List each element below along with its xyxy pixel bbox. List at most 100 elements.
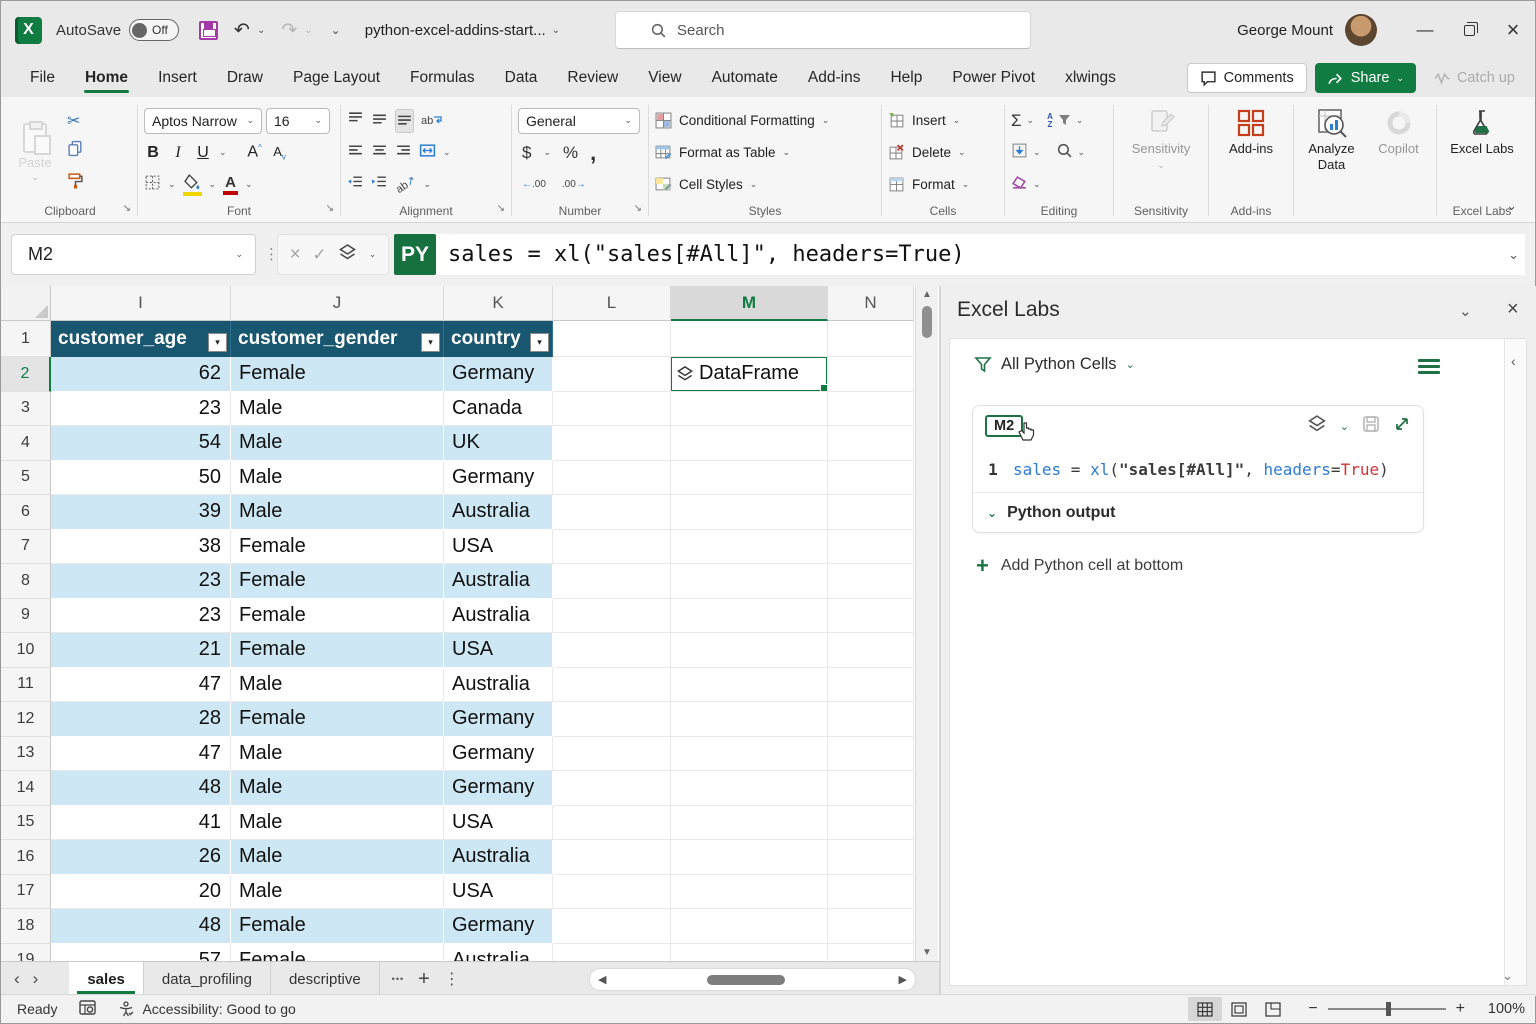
data-cell[interactable]: Female [231, 564, 444, 599]
row-header-11[interactable]: 11 [1, 668, 51, 703]
empty-cell[interactable] [671, 944, 828, 962]
orientation-button[interactable]: ab↗ [393, 173, 418, 196]
minimize-button[interactable]: — [1403, 1, 1447, 59]
align-bottom-button[interactable] [395, 109, 414, 133]
view-page-layout-button[interactable] [1222, 997, 1256, 1021]
ribbon-tab-page-layout[interactable]: Page Layout [280, 61, 393, 95]
number-dialog-launcher[interactable]: ↘ [634, 200, 642, 218]
empty-cell[interactable] [671, 840, 828, 875]
pane-chevron-icon[interactable]: ⌄ [1459, 302, 1472, 320]
decrease-indent-button[interactable] [347, 174, 364, 196]
user-name[interactable]: George Mount [1237, 22, 1333, 39]
data-cell[interactable]: Female [231, 944, 444, 962]
empty-cell[interactable] [828, 909, 914, 944]
data-cell[interactable]: 23 [51, 392, 231, 427]
data-cell[interactable]: 48 [51, 909, 231, 944]
data-cell[interactable]: USA [444, 633, 553, 668]
empty-cell[interactable] [553, 321, 671, 357]
select-all-corner[interactable] [1, 286, 51, 321]
data-cell[interactable]: Female [231, 702, 444, 737]
macro-record-icon[interactable] [79, 1000, 96, 1018]
filter-button[interactable]: ▾ [421, 333, 440, 352]
vertical-scroll-thumb[interactable] [922, 306, 932, 338]
empty-cell[interactable] [828, 771, 914, 806]
increase-indent-button[interactable] [371, 174, 388, 196]
scroll-up-icon[interactable]: ▲ [916, 289, 938, 300]
data-cell[interactable]: 26 [51, 840, 231, 875]
data-cell[interactable]: 21 [51, 633, 231, 668]
expand-formula-bar-icon[interactable]: ⌄ [1508, 247, 1519, 263]
ribbon-tab-data[interactable]: Data [492, 61, 551, 95]
empty-cell[interactable] [553, 909, 671, 944]
data-cell[interactable]: Male [231, 806, 444, 841]
pane-close-icon[interactable]: × [1507, 298, 1519, 321]
python-object-icon[interactable] [338, 243, 357, 267]
empty-cell[interactable] [671, 392, 828, 427]
empty-cell[interactable] [671, 875, 828, 910]
font-size-select[interactable]: 16⌄ [266, 108, 330, 134]
empty-cell[interactable] [553, 357, 671, 392]
number-format-select[interactable]: General⌄ [518, 108, 640, 134]
data-cell[interactable]: 23 [51, 599, 231, 634]
empty-cell[interactable] [671, 461, 828, 496]
ribbon-tab-xlwings[interactable]: xlwings [1052, 61, 1129, 95]
empty-cell[interactable] [671, 599, 828, 634]
fill-color-button[interactable] [183, 174, 202, 196]
data-cell[interactable]: Female [231, 599, 444, 634]
sort-filter-funnel-icon[interactable] [1058, 114, 1071, 127]
collapse-ribbon-icon[interactable]: ⌄ [1506, 198, 1517, 214]
data-cell[interactable]: Female [231, 357, 444, 392]
empty-cell[interactable] [671, 668, 828, 703]
font-color-button[interactable]: A [223, 175, 238, 195]
ribbon-tab-home[interactable]: Home [72, 61, 141, 95]
data-cell[interactable]: 41 [51, 806, 231, 841]
empty-cell[interactable] [828, 599, 914, 634]
autosum-button[interactable]: Σ [1011, 111, 1022, 131]
empty-cell[interactable] [671, 426, 828, 461]
zoom-in-button[interactable]: + [1456, 1000, 1465, 1018]
fill-button[interactable] [1011, 142, 1028, 164]
horizontal-scroll-thumb[interactable] [707, 975, 785, 985]
empty-cell[interactable] [671, 909, 828, 944]
autosave-control[interactable]: AutoSave Off [56, 19, 179, 41]
empty-cell[interactable] [671, 771, 828, 806]
row-header-5[interactable]: 5 [1, 461, 51, 496]
delete-cells-button[interactable]: Delete⌄ [888, 137, 969, 168]
align-top-button[interactable] [347, 110, 364, 132]
data-cell[interactable]: 48 [51, 771, 231, 806]
data-cell[interactable]: Male [231, 461, 444, 496]
empty-cell[interactable] [671, 530, 828, 565]
data-cell[interactable]: 62 [51, 357, 231, 392]
data-cell[interactable]: Female [231, 530, 444, 565]
empty-cell[interactable] [553, 599, 671, 634]
data-cell[interactable]: Male [231, 426, 444, 461]
row-header-9[interactable]: 9 [1, 599, 51, 634]
bold-button[interactable]: B [144, 144, 162, 162]
qat-overflow-icon[interactable]: ⌄ [331, 23, 341, 37]
empty-cell[interactable] [828, 321, 914, 357]
data-cell[interactable]: USA [444, 530, 553, 565]
decrease-font-button[interactable]: Av [271, 144, 289, 162]
undo-menu-chevron-icon[interactable]: ⌄ [257, 25, 265, 36]
empty-cell[interactable] [553, 530, 671, 565]
format-cells-button[interactable]: Format⌄ [888, 169, 969, 200]
column-header-n[interactable]: N [828, 286, 914, 321]
empty-cell[interactable] [671, 633, 828, 668]
data-cell[interactable]: Australia [444, 668, 553, 703]
data-cell[interactable]: USA [444, 806, 553, 841]
row-header-7[interactable]: 7 [1, 530, 51, 565]
merge-center-button[interactable] [419, 142, 436, 164]
font-dialog-launcher[interactable]: ↘ [326, 200, 334, 218]
data-cell[interactable]: 28 [51, 702, 231, 737]
analyze-data-button[interactable]: Analyze Data [1300, 103, 1363, 202]
column-header-i[interactable]: I [51, 286, 231, 321]
empty-cell[interactable] [671, 564, 828, 599]
column-header-l[interactable]: L [553, 286, 671, 321]
alignment-dialog-launcher[interactable]: ↘ [497, 200, 505, 218]
format-as-table-button[interactable]: Format as Table⌄ [655, 137, 829, 168]
data-cell[interactable]: Male [231, 875, 444, 910]
empty-cell[interactable] [553, 668, 671, 703]
data-cell[interactable]: Male [231, 840, 444, 875]
empty-cell[interactable] [671, 806, 828, 841]
data-cell[interactable]: 47 [51, 737, 231, 772]
